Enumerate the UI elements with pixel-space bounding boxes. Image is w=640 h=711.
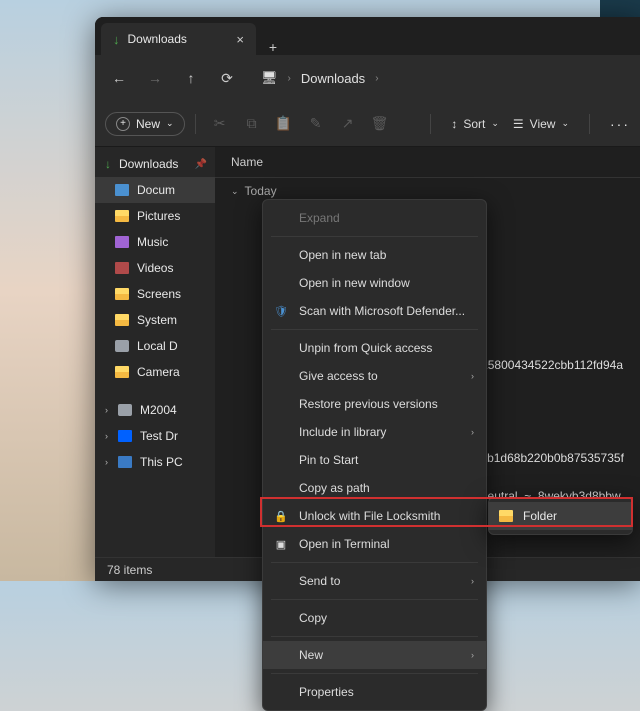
chevron-down-icon: ⌄ — [491, 118, 499, 129]
sidebar-item-pictures[interactable]: Pictures — [95, 203, 215, 229]
ctx-unpin-quick-access[interactable]: Unpin from Quick access — [263, 334, 486, 362]
ctx-open-terminal[interactable]: ▣Open in Terminal — [263, 530, 486, 558]
context-menu: Expand Open in new tab Open in new windo… — [262, 199, 487, 711]
toolbar: + New ⌄ ✂ ⧉ 📋 ✎ ↗ 🗑 ↕ Sort ⌄ ☰ View ⌄ ··… — [95, 101, 640, 147]
back-button[interactable]: ← — [109, 70, 129, 86]
item-count: 78 items — [107, 563, 152, 577]
video-icon — [115, 262, 129, 274]
folder-icon — [115, 184, 129, 196]
new-button[interactable]: + New ⌄ — [105, 112, 185, 136]
view-icon: ☰ — [513, 117, 524, 131]
chevron-right-icon: › — [105, 431, 108, 441]
close-icon[interactable]: × — [236, 32, 244, 47]
sidebar-item-screenshots[interactable]: Screens — [95, 281, 215, 307]
sidebar-item-music[interactable]: Music — [95, 229, 215, 255]
ctx-open-new-window[interactable]: Open in new window — [263, 269, 486, 297]
sidebar-item-documents[interactable]: Docum — [95, 177, 215, 203]
dropbox-icon — [118, 430, 132, 442]
download-icon: ↓ — [105, 157, 111, 171]
up-button[interactable]: ↑ — [181, 70, 201, 86]
chevron-right-icon: › — [288, 73, 291, 84]
ctx-give-access[interactable]: Give access to› — [263, 362, 486, 390]
submenu-new: Folder — [488, 497, 633, 535]
sidebar-item-m2004[interactable]: › M2004 — [95, 397, 215, 423]
plus-icon: + — [116, 117, 130, 131]
folder-icon — [115, 314, 129, 326]
share-icon[interactable]: ↗ — [334, 115, 362, 132]
chevron-right-icon: › — [471, 427, 474, 437]
disk-icon — [118, 404, 132, 416]
chevron-down-icon: ⌄ — [231, 186, 239, 197]
delete-icon[interactable]: 🗑 — [366, 115, 394, 132]
shield-icon: 🛡 — [273, 303, 289, 319]
cut-icon[interactable]: ✂ — [206, 115, 234, 132]
chevron-right-icon: › — [471, 650, 474, 660]
forward-button[interactable]: → — [145, 70, 165, 86]
rename-icon[interactable]: ✎ — [302, 115, 330, 132]
pin-icon: 📌 — [195, 159, 207, 170]
sidebar-item-downloads[interactable]: ↓ Downloads 📌 — [95, 151, 215, 177]
download-icon: ↓ — [113, 32, 120, 47]
ctx-scan-defender[interactable]: 🛡Scan with Microsoft Defender... — [263, 297, 486, 325]
chevron-down-icon: ⌄ — [561, 118, 569, 129]
breadcrumb-location: Downloads — [301, 71, 365, 86]
sort-icon: ↕ — [451, 117, 457, 131]
chevron-right-icon: › — [105, 405, 108, 415]
paste-icon[interactable]: 📋 — [270, 115, 298, 132]
new-tab-button[interactable]: + — [256, 39, 290, 55]
folder-icon — [115, 210, 129, 222]
lock-icon: 🔒 — [273, 508, 289, 524]
sidebar-item-test-drive[interactable]: › Test Dr — [95, 423, 215, 449]
nav-bar: ← → ↑ ⟳ 🖥 › Downloads › — [95, 55, 640, 101]
chevron-down-icon: ⌄ — [166, 118, 174, 129]
ctx-properties[interactable]: Properties — [263, 678, 486, 706]
view-button[interactable]: ☰ View ⌄ — [513, 117, 569, 131]
chevron-right-icon: › — [471, 576, 474, 586]
ctx-expand: Expand — [263, 204, 486, 232]
chevron-right-icon: › — [105, 457, 108, 467]
ctx-send-to[interactable]: Send to› — [263, 567, 486, 595]
pc-icon — [118, 456, 132, 468]
sidebar-item-local-disk[interactable]: Local D — [95, 333, 215, 359]
copy-icon[interactable]: ⧉ — [238, 115, 266, 132]
ctx-include-library[interactable]: Include in library› — [263, 418, 486, 446]
ctx-copy-as-path[interactable]: Copy as path — [263, 474, 486, 502]
folder-icon — [115, 366, 129, 378]
tab-downloads[interactable]: ↓ Downloads × — [101, 23, 256, 55]
ctx-pin-to-start[interactable]: Pin to Start — [263, 446, 486, 474]
ctx-restore-versions[interactable]: Restore previous versions — [263, 390, 486, 418]
sidebar-item-this-pc[interactable]: › This PC — [95, 449, 215, 475]
folder-icon — [115, 288, 129, 300]
sidebar-item-system[interactable]: System — [95, 307, 215, 333]
ctx-copy[interactable]: Copy — [263, 604, 486, 632]
sidebar-item-videos[interactable]: Videos — [95, 255, 215, 281]
terminal-icon: ▣ — [273, 536, 289, 552]
disk-icon — [115, 340, 129, 352]
sort-button[interactable]: ↕ Sort ⌄ — [451, 117, 499, 131]
refresh-button[interactable]: ⟳ — [217, 70, 237, 87]
ctx-new[interactable]: New› — [263, 641, 486, 669]
tab-title: Downloads — [128, 32, 187, 46]
column-header-name[interactable]: Name — [215, 147, 640, 178]
ctx-open-new-tab[interactable]: Open in new tab — [263, 241, 486, 269]
chevron-right-icon: › — [375, 73, 378, 84]
sidebar-item-camera[interactable]: Camera — [95, 359, 215, 385]
breadcrumb[interactable]: 🖥 › Downloads › — [261, 70, 379, 86]
folder-icon — [499, 510, 513, 522]
ctx-unlock-locksmith[interactable]: 🔒Unlock with File Locksmith — [263, 502, 486, 530]
more-button[interactable]: ··· — [610, 116, 630, 132]
chevron-right-icon: › — [471, 371, 474, 381]
submenu-folder[interactable]: Folder — [489, 502, 632, 530]
monitor-icon: 🖥 — [261, 70, 278, 86]
sidebar: ↓ Downloads 📌 Docum Pictures Music Video… — [95, 147, 215, 557]
tab-bar: ↓ Downloads × + — [95, 17, 640, 55]
music-icon — [115, 236, 129, 248]
